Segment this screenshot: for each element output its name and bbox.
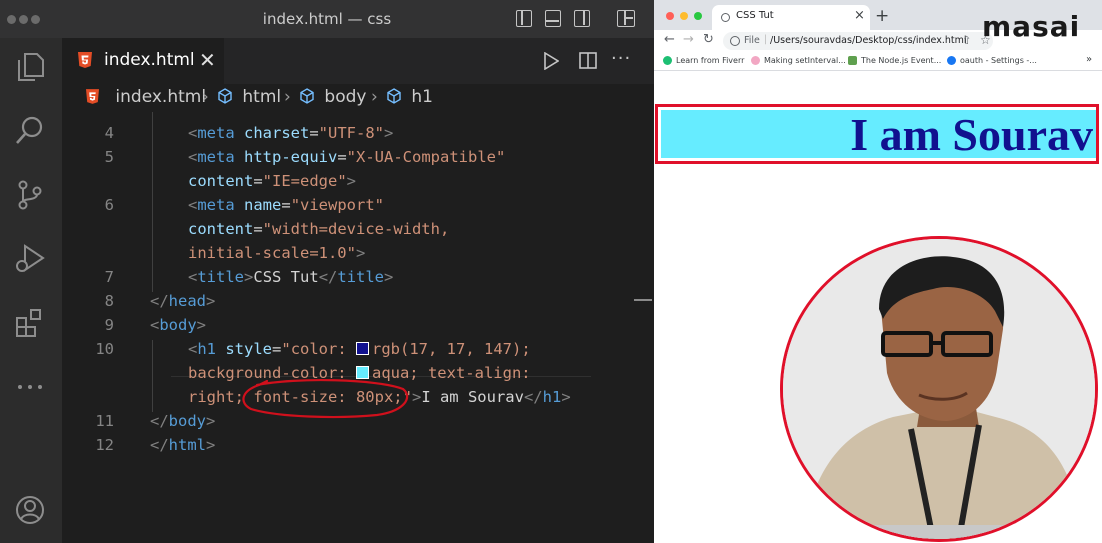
line-number: 4 <box>104 124 114 142</box>
run-debug-icon[interactable] <box>13 242 47 276</box>
activity-bar <box>0 38 62 543</box>
new-tab-button[interactable]: + <box>875 6 889 26</box>
presenter-photo <box>783 239 1095 539</box>
separator: | <box>764 34 768 45</box>
code-editor-window: index.html — css index.html ✕ ··· index.… <box>0 0 682 543</box>
back-icon[interactable]: ← <box>664 32 675 47</box>
search-icon[interactable] <box>13 114 47 148</box>
code-line: </head> <box>150 292 216 310</box>
code-line: <meta http-equiv="X-UA-Compatible" <box>188 148 506 166</box>
breadcrumb-label: index.html <box>115 87 207 107</box>
code-line: </body> <box>150 412 216 430</box>
breadcrumb-label: html <box>242 87 282 107</box>
line-number: 5 <box>104 148 114 166</box>
more-editor-actions-icon[interactable]: ··· <box>611 48 631 69</box>
html5-file-icon <box>78 52 92 68</box>
line-number: 8 <box>104 292 114 310</box>
title-bar: index.html — css <box>0 0 654 38</box>
symbol-field-icon <box>387 88 401 104</box>
breadcrumb-file[interactable]: index.html <box>86 87 206 107</box>
fiverr-icon <box>663 56 672 65</box>
chevron-right-icon: › <box>284 87 291 107</box>
heading-highlight-box: I am Sourav <box>655 104 1099 164</box>
bookmark-item[interactable]: The Node.js Event... <box>848 56 941 65</box>
line-number: 11 <box>95 412 114 430</box>
forward-icon[interactable]: → <box>683 32 694 47</box>
code-line: <body> <box>150 316 207 334</box>
indent-guide <box>152 112 153 292</box>
code-area[interactable]: 4 5 6 7 8 9 10 11 12 <meta charset="UTF-… <box>62 112 682 543</box>
browser-tab[interactable]: CSS Tut × <box>712 5 870 30</box>
breadcrumb: index.html › html › body › h1 <box>62 84 654 112</box>
presenter-webcam <box>780 236 1098 542</box>
chevron-right-icon: › <box>371 87 378 107</box>
split-editor-icon[interactable] <box>579 52 597 69</box>
tab-index-html[interactable]: index.html ✕ <box>62 38 224 84</box>
customize-layout-icon[interactable] <box>617 10 635 27</box>
browser-close-dot[interactable] <box>666 12 674 20</box>
explorer-icon[interactable] <box>13 50 47 84</box>
bookmark-item[interactable]: Making setInterval... <box>751 56 846 65</box>
bookmarks-bar: Learn from Fiverr Making setInterval... … <box>654 52 1102 71</box>
tab-label: index.html <box>104 50 195 70</box>
toggle-sidebar-icon[interactable] <box>516 10 532 27</box>
line-number: 6 <box>104 196 114 214</box>
globe-icon <box>721 13 730 22</box>
accounts-icon[interactable] <box>13 493 47 527</box>
bookmark-item[interactable]: oauth - Settings -... <box>947 56 1037 65</box>
nodejs-icon <box>848 56 857 65</box>
address-bar[interactable]: File | /Users/souravdas/Desktop/css/inde… <box>723 32 993 50</box>
browser-zoom-dot[interactable] <box>694 12 702 20</box>
code-line: content="IE=edge"> <box>188 172 357 190</box>
color-swatch[interactable] <box>356 342 370 355</box>
reload-icon[interactable]: ↻ <box>703 32 714 47</box>
source-control-icon[interactable] <box>13 178 47 212</box>
code-line: </html> <box>150 436 216 454</box>
browser-window: CSS Tut × + ← → ↻ File | /Users/souravda… <box>654 0 1102 543</box>
hand-drawn-highlight <box>242 378 409 419</box>
toggle-secondary-sidebar-icon[interactable] <box>574 10 590 27</box>
url-text: /Users/souravdas/Desktop/css/index.html <box>770 35 967 46</box>
extensions-icon[interactable] <box>13 306 47 340</box>
breadcrumb-h1[interactable]: h1 <box>386 87 433 107</box>
code-line: content="width=device-width, <box>188 220 450 238</box>
toggle-panel-icon[interactable] <box>545 10 561 27</box>
html5-file-icon <box>86 89 99 104</box>
code-line: <meta charset="UTF-8"> <box>188 124 394 142</box>
chevron-right-icon: › <box>202 87 209 107</box>
info-icon[interactable] <box>730 36 740 46</box>
symbol-field-icon <box>218 88 232 104</box>
more-actions-icon[interactable] <box>13 370 47 404</box>
line-number: 7 <box>104 268 114 286</box>
code-line: <h1 style="color: rgb(17, 17, 147); <box>188 340 531 358</box>
line-number: 12 <box>95 436 114 454</box>
breadcrumb-label: body <box>324 87 367 107</box>
breadcrumb-body[interactable]: body <box>299 87 366 107</box>
protocol-label: File <box>744 35 760 46</box>
browser-minimize-dot[interactable] <box>680 12 688 20</box>
line-number: 9 <box>104 316 114 334</box>
indent-guide <box>152 340 153 412</box>
masai-watermark-logo: masai <box>982 10 1081 43</box>
code-line: <title>CSS Tut</title> <box>188 268 394 286</box>
code-line: initial-scale=1.0"> <box>188 244 366 262</box>
close-tab-icon[interactable]: ✕ <box>199 48 216 72</box>
run-icon[interactable] <box>543 52 559 70</box>
browser-tab-title: CSS Tut <box>736 10 774 21</box>
bookmark-item[interactable]: Learn from Fiverr <box>663 56 744 65</box>
code-line: <meta name="viewport" <box>188 196 385 214</box>
facebook-icon <box>947 56 956 65</box>
bookmark-favicon <box>751 56 760 65</box>
breadcrumb-label: h1 <box>411 87 433 107</box>
scrollbar-marker[interactable] <box>634 299 652 301</box>
more-bookmarks-icon[interactable]: » <box>1086 54 1092 65</box>
close-tab-icon[interactable]: × <box>854 8 865 23</box>
share-icon[interactable]: ⇧ <box>962 34 971 47</box>
page-heading: I am Sourav <box>661 110 1096 160</box>
editor-tabs: index.html ✕ ··· <box>62 38 654 84</box>
symbol-field-icon <box>300 88 314 104</box>
breadcrumb-html[interactable]: html <box>217 87 281 107</box>
line-number: 10 <box>95 340 114 358</box>
